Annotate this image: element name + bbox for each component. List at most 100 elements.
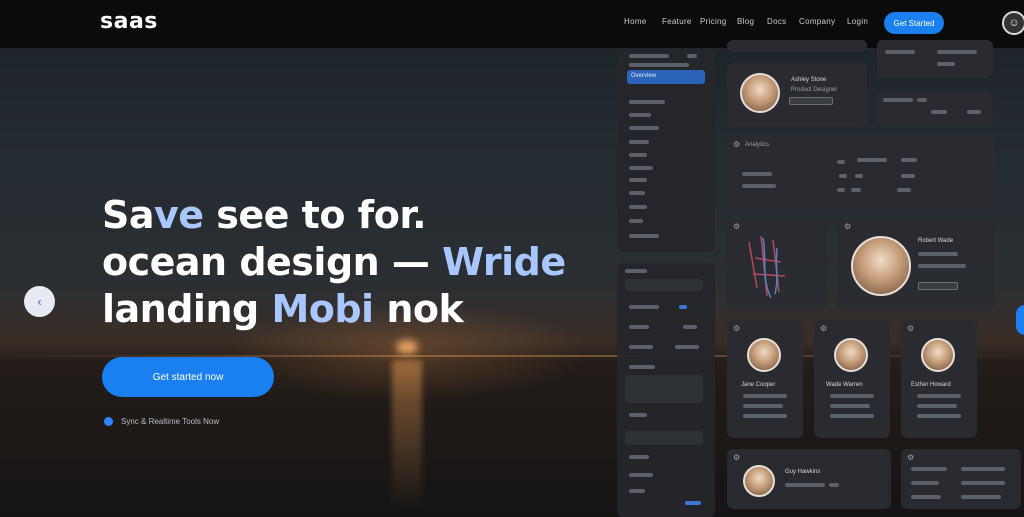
card-row [855,174,863,178]
card-row [911,467,947,471]
hero-cta-button[interactable]: Get started now [102,357,274,397]
settings-icon[interactable]: ⚙ [907,453,914,462]
card-row [961,467,1005,471]
card-row [785,483,825,487]
form-textarea[interactable] [625,375,703,403]
card-row [911,481,939,485]
card-row [918,264,966,268]
nav-cta-button[interactable]: Get Started [884,12,944,34]
nav-link-docs[interactable]: Docs [767,17,799,26]
hero-title-part: Sa [102,193,155,237]
team-card[interactable]: ⚙ Esther Howard [901,320,977,438]
sidebar-row[interactable] [629,234,659,238]
sidebar-row[interactable] [629,205,647,209]
sidebar-row[interactable] [629,166,653,170]
sidebar-row[interactable] [629,191,645,195]
nav-link-pricing[interactable]: Pricing [700,17,737,26]
sidebar-row[interactable] [629,153,647,157]
card-row [967,110,981,114]
analytics-label: Analytics [745,142,770,148]
stats-card [877,92,993,126]
card-row [829,483,839,487]
profile-avatar [740,73,780,113]
sidebar-row[interactable] [629,113,651,117]
card-row [917,404,957,408]
form-row [629,489,645,493]
hero-title-accent: Wride [442,240,566,284]
nav-link-feature[interactable]: Feature [662,17,700,26]
card-row [743,414,787,418]
nav-link-company[interactable]: Company [799,17,847,26]
sidebar-row[interactable] [629,178,647,182]
card-row [857,158,887,162]
hero-title-part: nok [373,287,464,331]
hero-title-part: ocean design — [102,240,443,284]
form-row [629,305,659,309]
card-row [901,174,915,178]
nav-links: Home Feature Pricing Blog Docs Company L… [624,17,877,26]
card-row [742,172,772,176]
settings-icon[interactable]: ⚙ [733,324,740,333]
status-dot-icon [104,417,113,426]
bottom-name: Guy Hawkins [785,469,821,475]
nav-link-blog[interactable]: Blog [737,17,767,26]
dashboard-sidebar-panel: Overview [617,48,715,252]
sidebar-item-selected[interactable]: Overview [627,70,705,84]
settings-icon[interactable]: ⚙ [733,453,740,462]
team-card[interactable]: ⚙ Wade Warren [814,320,890,438]
card-row [830,404,870,408]
team-name: Wade Warren [826,382,863,388]
top-right-card [877,40,993,78]
team-avatar [747,338,781,372]
settings-icon[interactable]: ⚙ [733,140,740,149]
card-row [837,188,845,192]
brand-logo[interactable]: saas [100,9,158,34]
sidebar-row [687,54,697,58]
settings-icon[interactable]: ⚙ [844,222,851,231]
feature-avatar [851,236,911,296]
card-row [742,184,776,188]
bottom-profile-card[interactable]: ⚙ Guy Hawkins [727,449,891,509]
card-row [830,414,874,418]
scroll-left-icon[interactable]: ‹ [24,286,55,317]
nav-link-home[interactable]: Home [624,17,662,26]
team-avatar [921,338,955,372]
feature-name: Robert Wade [918,238,954,244]
hero-note-text: Sync & Realtime Tools Now [121,417,220,426]
feature-tag[interactable] [918,282,958,290]
form-row [629,365,655,369]
settings-icon[interactable]: ⚙ [907,324,914,333]
card-row [911,495,941,499]
form-row [685,501,701,505]
form-row [629,345,653,349]
team-card[interactable]: ⚙ Jane Cooper [727,320,803,438]
scroll-right-button[interactable] [1016,305,1024,335]
bottom-list-card[interactable]: ⚙ [901,449,1021,509]
hero-title: Save see to for. ocean design — Wride la… [102,192,582,333]
feature-profile-card[interactable]: ⚙ Robert Wade [838,218,994,310]
hero-title-accent: ve [154,193,204,237]
form-row [683,325,697,329]
graph-card[interactable]: ⚙ [727,218,827,310]
profile-role: Product Designer [791,87,838,93]
form-field[interactable] [625,279,703,291]
hero-title-part: landing [102,287,272,331]
form-field[interactable] [625,431,703,445]
sidebar-row[interactable] [629,100,665,104]
nav-link-login[interactable]: Login [847,17,877,26]
profile-card[interactable]: Ashley Stone Product Designer [727,63,867,127]
sidebar-row[interactable] [629,219,643,223]
profile-tag[interactable] [789,97,833,105]
dashboard-form-panel [617,263,715,517]
sidebar-row[interactable] [629,140,649,144]
user-avatar-icon[interactable]: ☺ [1002,11,1024,35]
card-row [743,404,783,408]
settings-icon[interactable]: ⚙ [820,324,827,333]
card-row [851,188,861,192]
form-row [629,473,653,477]
sidebar-row [629,63,689,67]
hero-title-part: see to for. [203,193,427,237]
bottom-avatar [743,465,775,497]
sidebar-row[interactable] [629,126,659,130]
analytics-card[interactable]: ⚙ Analytics [727,136,994,208]
